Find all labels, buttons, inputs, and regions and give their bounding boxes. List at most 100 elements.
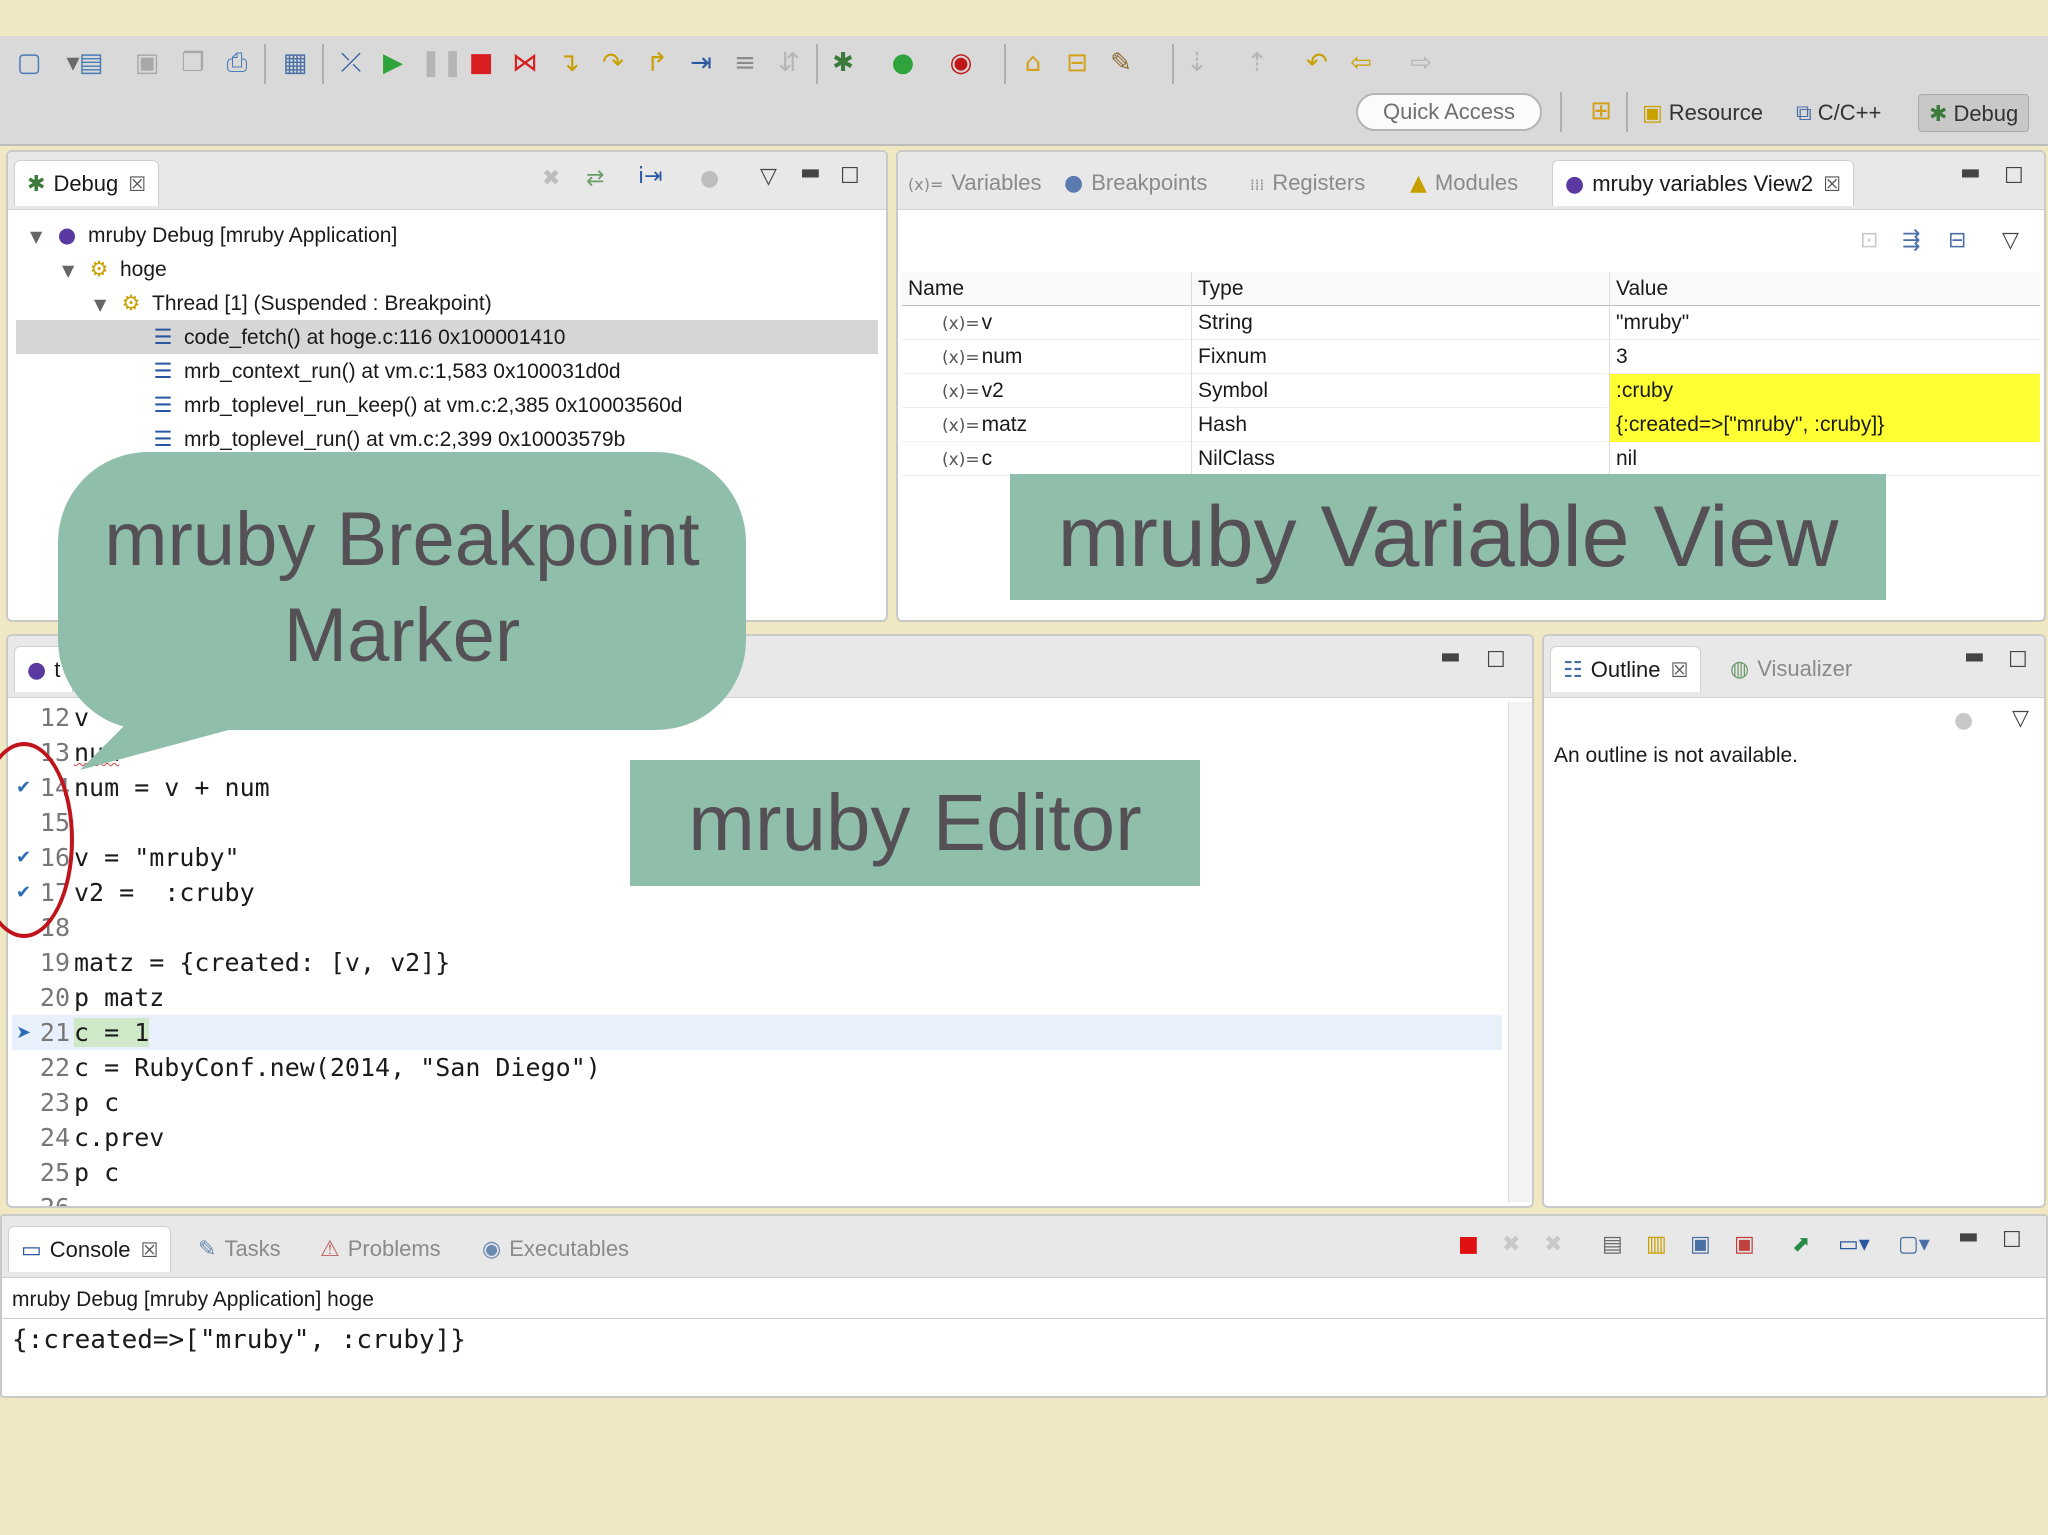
last-edit-icon[interactable]: ↶ [1300,46,1334,80]
tab-breakpoints[interactable]: ● Breakpoints [1064,160,1207,206]
clear-console-icon[interactable]: ▤ [1602,1232,1623,1257]
collapse-all-icon[interactable]: ⊡ [1860,228,1878,253]
maximize-icon[interactable]: ☐ [2004,164,2024,189]
tree-item-thread[interactable]: ▼ ⚙ Thread [1] (Suspended : Breakpoint) [16,286,878,320]
maximize-icon[interactable]: ☐ [1486,648,1506,673]
resume-icon[interactable]: ▶ [376,46,410,80]
table-row[interactable]: (x)=c NilClass nil [902,442,2040,476]
terminate-icon[interactable]: ■ [464,46,498,80]
tab-modules[interactable]: ▲ Modules [1410,160,1518,206]
prev-annotation-icon[interactable]: ⇡ [1240,46,1274,80]
expand-icon[interactable]: ▼ [62,254,84,288]
drop-to-frame-icon[interactable]: ≡ [728,46,762,80]
save-icon[interactable]: ▣ [130,46,164,80]
tab-variables[interactable]: (x)= Variables [908,160,1041,206]
open-perspective-icon[interactable]: ⊞ [1584,94,1618,128]
expand-icon[interactable]: ▼ [94,288,116,322]
tree-item-process[interactable]: ▼ ⚙ hoge [16,252,878,286]
maximize-icon[interactable]: ☐ [840,164,860,189]
print-icon[interactable]: ⎙ [220,46,254,80]
view-menu-icon[interactable]: ▽ [2012,706,2029,731]
perspective-cpp[interactable]: ⧉ C/C++ [1796,94,1881,132]
tab-label: mruby variables View2 [1592,171,1814,196]
minimize-icon[interactable]: ▬ [800,160,821,185]
binary-icon[interactable]: ▦ [278,46,312,80]
connect-icon[interactable]: ⇄ [586,166,604,191]
stack-frame[interactable]: ☰ mrb_toplevel_run() at vm.c:2,399 0x1000… [16,422,878,456]
minimize-icon[interactable]: ▬ [1440,644,1461,669]
instruction-pointer-icon: ➤ [16,1022,32,1043]
close-icon[interactable]: ☒ [1670,658,1688,682]
use-step-filters-icon[interactable]: ⇵ [772,46,806,80]
collapse-icon[interactable]: ⊟ [1948,228,1966,253]
terminate-icon[interactable]: ■ [1458,1232,1479,1257]
stack-frame[interactable]: ☰ mrb_context_run() at vm.c:1,583 0x10003… [16,354,878,388]
minimize-icon[interactable]: ▬ [1958,1224,1979,1249]
show-stderr-icon[interactable]: ▣ [1734,1232,1755,1257]
tab-tasks[interactable]: ✎ Tasks [198,1226,281,1272]
instruction-step-icon[interactable]: ⇥ [684,46,718,80]
table-row[interactable]: (x)=num Fixnum 3 [902,340,2040,374]
step-return-icon[interactable]: ↱ [640,46,674,80]
maximize-icon[interactable]: ☐ [2008,648,2028,673]
close-icon[interactable]: ☒ [141,1238,159,1262]
remove-terminated-icon[interactable]: ✖ [542,166,560,191]
minimize-icon[interactable]: ▬ [1964,644,1985,669]
back-icon[interactable]: ⇦ [1344,46,1378,80]
stack-frame[interactable]: ☰ mrb_toplevel_run_keep() at vm.c:2,385 0… [16,388,878,422]
new-project-icon[interactable]: ▤ [74,46,108,80]
tab-mruby-variables[interactable]: ● mruby variables View2 ☒ [1552,160,1855,206]
remove-all-terminated-icon[interactable]: ✖ [1544,1232,1562,1257]
step-mode-icon[interactable]: i⇥ [638,164,663,189]
save-all-icon[interactable]: ❐ [176,46,210,80]
suspend-icon[interactable]: ❚❚ [420,46,464,80]
tab-debug[interactable]: ✱ Debug ☒ [14,160,160,206]
external-tools-icon[interactable]: ◉ [944,46,978,80]
open-type-icon[interactable]: ⌂ [1016,46,1050,80]
tree-item-launch[interactable]: ▼ ● mruby Debug [mruby Application] [16,218,878,252]
maximize-icon[interactable]: ☐ [2002,1228,2022,1253]
close-icon[interactable]: ☒ [1823,172,1841,196]
column-header[interactable]: Type [1192,272,1610,306]
outline-toggle-icon[interactable]: ● [1954,708,1973,733]
tab-registers[interactable]: ⁞⁞⁞ Registers [1250,160,1365,206]
run-launch-icon[interactable]: ● [886,46,920,80]
table-row[interactable]: (x)=v2 Symbol :cruby [902,374,2040,408]
view-menu-icon[interactable]: ▽ [2002,228,2019,253]
tab-executables[interactable]: ◉ Executables [482,1226,629,1272]
search-tool-icon[interactable]: ✎ [1104,46,1138,80]
tab-outline[interactable]: ☷ Outline ☒ [1550,646,1702,692]
expand-icon[interactable]: ▼ [30,220,52,254]
display-console-icon[interactable]: ▭▾ [1838,1232,1870,1257]
perspective-resource[interactable]: ▣ Resource [1642,94,1763,132]
close-icon[interactable]: ☒ [128,172,146,196]
column-header[interactable]: Value [1610,272,2040,306]
pin-console-icon[interactable]: ⬈ [1792,1232,1810,1257]
tab-console[interactable]: ▭ Console ☒ [8,1226,172,1272]
forward-icon[interactable]: ⇨ [1404,46,1438,80]
step-into-icon[interactable]: ↴ [552,46,586,80]
open-console-icon[interactable]: ▢▾ [1898,1232,1930,1257]
stack-frame[interactable]: ☰ code_fetch() at hoge.c:116 0x100001410 [16,320,878,354]
quick-access-input[interactable]: Quick Access [1356,93,1542,131]
column-header[interactable]: Name [902,272,1192,306]
show-stdout-icon[interactable]: ▣ [1690,1232,1711,1257]
show-type-names-icon[interactable]: ⇶ [1902,228,1920,253]
next-annotation-icon[interactable]: ⇣ [1180,46,1214,80]
new-icon[interactable]: ▢ [12,46,46,80]
debug-launch-icon[interactable]: ✱ [826,46,860,80]
skip-breakpoints-icon[interactable]: ⤫ [334,46,368,80]
scroll-lock-icon[interactable]: ▥ [1646,1232,1667,1257]
remove-launch-icon[interactable]: ✖ [1502,1232,1520,1257]
table-row[interactable]: (x)=v String "mruby" [902,306,2040,340]
tab-visualizer[interactable]: ◍ Visualizer [1730,646,1852,692]
table-row[interactable]: (x)=matz Hash {:created=>["mruby", :crub… [902,408,2040,442]
perspective-debug[interactable]: ✱ Debug [1918,94,2030,132]
open-folder-icon[interactable]: ⊟ [1060,46,1094,80]
tab-problems[interactable]: ⚠ Problems [320,1226,441,1272]
minimize-icon[interactable]: ▬ [1960,160,1981,185]
toggle-icon[interactable]: ● [700,166,719,191]
disconnect-icon[interactable]: ⋈ [508,46,542,80]
step-over-icon[interactable]: ↷ [596,46,630,80]
view-menu-icon[interactable]: ▽ [760,164,777,189]
